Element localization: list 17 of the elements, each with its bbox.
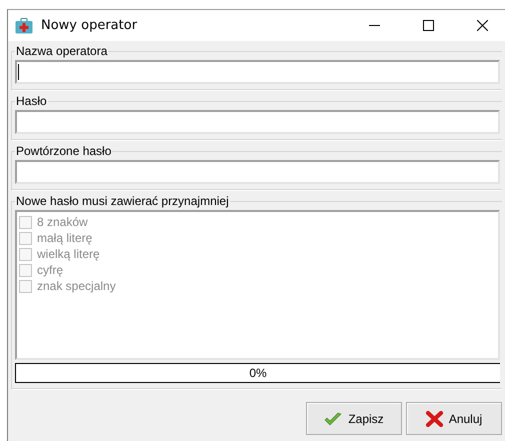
progress-reading: 0% — [249, 366, 267, 380]
field-label: Powtórzone hasło — [15, 145, 112, 158]
maximize-icon — [422, 20, 434, 31]
field-label: Hasło — [15, 95, 48, 108]
window-title: Nowy operator — [41, 18, 138, 33]
group-label: Nowe hasło musi zawierać przynajmniej — [15, 195, 230, 208]
field-label: Nazwa operatora — [15, 45, 108, 58]
text-field[interactable] — [15, 60, 500, 84]
text-field[interactable] — [15, 110, 500, 134]
first-aid-kit-icon — [15, 18, 33, 34]
cross-icon — [426, 410, 443, 426]
minimize-icon — [368, 25, 380, 26]
save-button[interactable]: Zapisz — [306, 402, 402, 435]
check-icon — [324, 412, 342, 426]
close-icon — [476, 20, 488, 31]
cancel-button[interactable]: Anuluj — [406, 402, 502, 435]
text-field[interactable] — [15, 160, 500, 184]
